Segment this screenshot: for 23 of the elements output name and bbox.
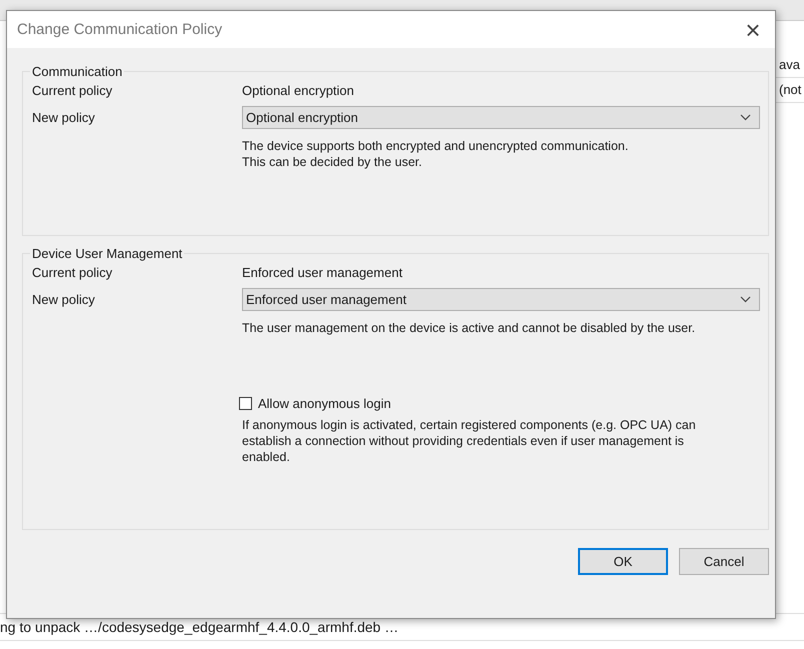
chevron-down-icon (740, 114, 751, 121)
log-line: ng to unpack …/codesysedge_edgearmhf_4.4.0.0_armhf.deb … (0, 619, 398, 635)
field-label: New policy (32, 292, 96, 307)
description-text: If anonymous login is activated, certain registered components (e.g. OPC UA) can establish a connection without providing credentials even if user management is enabled. (242, 417, 697, 465)
cancel-button[interactable]: Cancel (679, 548, 769, 575)
field-label: Current policy (32, 83, 114, 98)
field-label: New policy (32, 110, 96, 125)
window-title: Change Communication Policy (17, 21, 222, 38)
description-text: The user management on the device is active and cannot be disabled by the user. (242, 320, 696, 336)
checkbox[interactable] (239, 397, 252, 410)
policy-dropdown[interactable]: Enforced user management (242, 288, 760, 311)
chevron-down-icon (740, 296, 751, 303)
description-text: This can be decided by the user. (242, 154, 423, 170)
current-policy-value: Enforced user management (242, 265, 402, 280)
checkbox-label: Allow anonymous login (258, 396, 391, 411)
description-text: The device supports both encrypted and unencrypted communication. (242, 138, 630, 154)
policy-dropdown[interactable]: Optional encryption (242, 106, 760, 129)
ok-button[interactable]: OK (578, 548, 668, 575)
group-title: Device User Management (31, 246, 184, 261)
close-button[interactable]: × (731, 12, 775, 48)
group-title: Communication (31, 64, 124, 79)
current-policy-value: Optional encryption (242, 83, 354, 98)
field-label: Current policy (32, 265, 114, 280)
